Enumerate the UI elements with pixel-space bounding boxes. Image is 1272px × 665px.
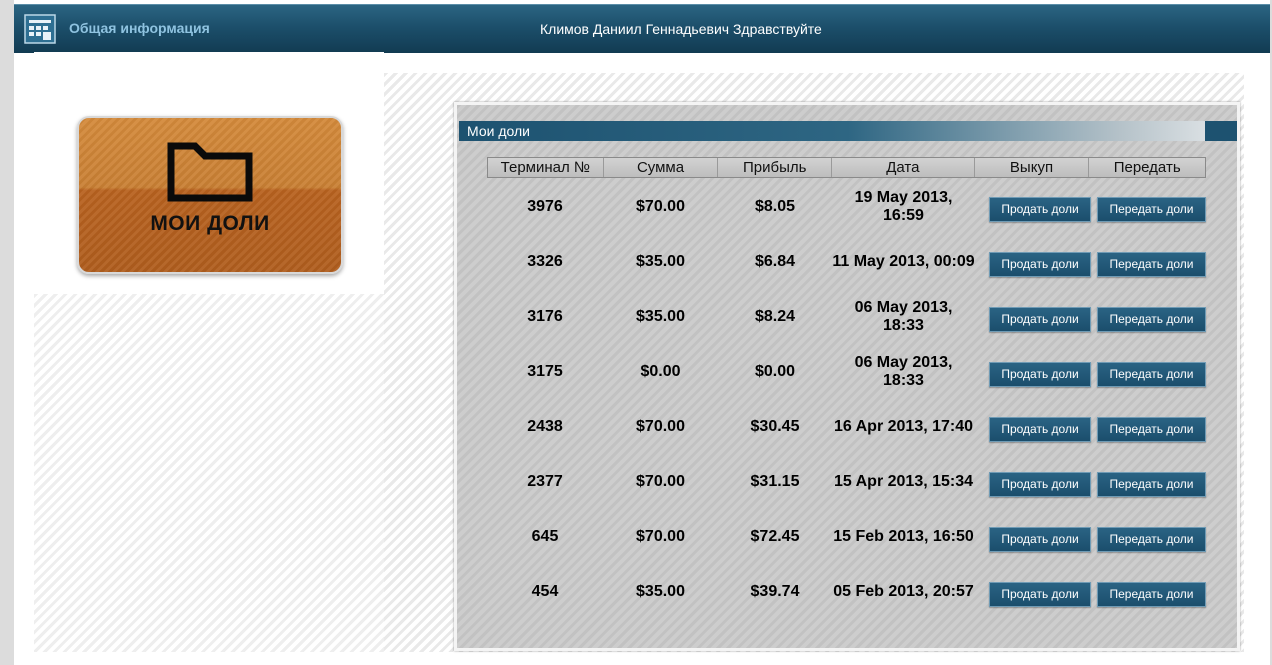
table-row: 3176 $35.00 $8.24 06 May 2013, 18:33 Про… [487,299,1206,334]
terminal-number: 3175 [527,363,563,380]
column-header-transfer: Передать [1113,159,1181,176]
panel-header: Мои доли [459,121,1237,141]
sum-value: $70.00 [636,418,685,435]
table-row: 3175 $0.00 $0.00 06 May 2013, 18:33 Прод… [487,354,1206,389]
sell-shares-button[interactable]: Продать доли [989,252,1091,277]
section-title[interactable]: Общая информация [69,20,210,36]
grid-calendar-icon[interactable] [24,14,56,44]
terminal-number: 3326 [527,253,563,270]
column-header-sum: Сумма [604,158,719,177]
table-row: 3326 $35.00 $6.84 11 May 2013, 00:09 Про… [487,248,1206,277]
profit-value: $6.84 [754,253,796,270]
table-row: 2377 $70.00 $31.15 15 Apr 2013, 15:34 Пр… [487,468,1206,497]
table-row: 645 $70.00 $72.45 15 Feb 2013, 16:50 Про… [487,523,1206,552]
panel-header-tab [1205,121,1237,141]
table-row: 2438 $70.00 $30.45 16 Apr 2013, 17:40 Пр… [487,413,1206,442]
sum-value: $0.00 [640,363,681,380]
sum-value: $70.00 [636,473,685,490]
table-row: 3976 $70.00 $8.05 19 May 2013, 16:59 Про… [487,189,1206,224]
terminal-number: 454 [531,583,559,600]
profit-value: $8.05 [754,198,796,215]
date-value: 16 Apr 2013, 17:40 [833,418,974,435]
transfer-shares-button[interactable]: Передать доли [1097,582,1206,607]
sell-shares-button[interactable]: Продать доли [989,527,1091,552]
sell-shares-button[interactable]: Продать доли [989,582,1091,607]
date-value: 05 Feb 2013, 20:57 [833,583,974,600]
transfer-shares-button[interactable]: Передать доли [1097,252,1206,277]
date-value: 19 May 2013, 16:59 [854,189,953,224]
my-shares-tile[interactable]: МОИ ДОЛИ [77,116,343,274]
terminal-number: 3976 [527,198,563,215]
terminal-number: 3176 [527,308,563,325]
tile-label: МОИ ДОЛИ [150,212,270,235]
profit-value: $30.45 [750,418,800,435]
table-row: 454 $35.00 $39.74 05 Feb 2013, 20:57 Про… [487,578,1206,607]
top-bar: Общая информация Климов Даниил Геннадьев… [14,4,1270,53]
sum-value: $70.00 [636,198,685,215]
date-value: 06 May 2013, 18:33 [854,354,953,389]
column-header-buyout: Выкуп [975,158,1090,177]
date-value: 06 May 2013, 18:33 [854,299,953,334]
transfer-shares-button[interactable]: Передать доли [1097,417,1206,442]
panel-title: Мои доли [467,123,530,139]
date-value: 15 Feb 2013, 16:50 [833,528,974,545]
date-value: 15 Apr 2013, 15:34 [833,473,974,490]
column-header-profit: Прибыль [718,158,833,177]
sell-shares-button[interactable]: Продать доли [989,197,1091,222]
column-header-terminal: Терминал № [488,158,604,177]
transfer-shares-button[interactable]: Передать доли [1097,527,1206,552]
sum-value: $35.00 [636,253,685,270]
sell-shares-button[interactable]: Продать доли [989,417,1091,442]
profit-value: $31.15 [750,473,800,490]
transfer-shares-button[interactable]: Передать доли [1097,307,1206,332]
profit-value: $39.74 [750,583,800,600]
sell-shares-button[interactable]: Продать доли [989,307,1091,332]
terminal-number: 2377 [527,473,563,490]
transfer-shares-button[interactable]: Передать доли [1097,362,1206,387]
terminal-number: 2438 [527,418,563,435]
table-header: Терминал № Сумма Прибыль Дата Выкуп Пере… [487,157,1206,178]
profit-value: $8.24 [754,308,796,325]
sell-shares-button[interactable]: Продать доли [989,472,1091,497]
user-greeting: Климов Даниил Геннадьевич Здравствуйте [540,21,822,37]
transfer-shares-button[interactable]: Передать доли [1097,197,1206,222]
profit-value: $72.45 [750,528,800,545]
terminal-number: 645 [531,528,559,545]
profit-value: $0.00 [754,363,796,380]
folder-icon [167,142,253,202]
sum-value: $35.00 [636,583,685,600]
transfer-shares-button[interactable]: Передать доли [1097,472,1206,497]
sum-value: $70.00 [636,528,685,545]
sell-shares-button[interactable]: Продать доли [989,362,1091,387]
date-value: 11 May 2013, 00:09 [832,253,975,270]
sum-value: $35.00 [636,308,685,325]
column-header-date: Дата [832,158,975,177]
